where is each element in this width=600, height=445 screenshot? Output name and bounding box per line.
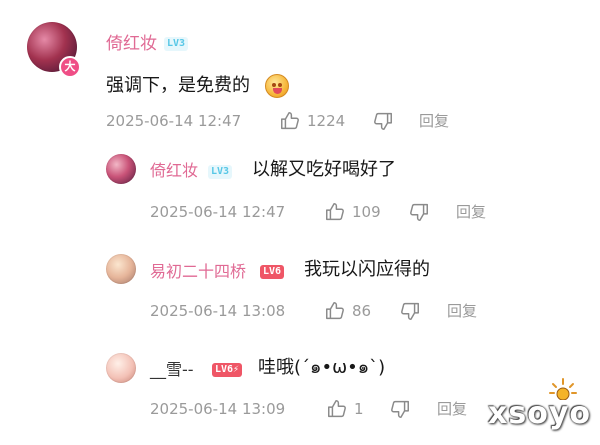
like-count: 1224: [307, 112, 346, 130]
reply-timestamp: 2025-06-14 12:47: [150, 203, 286, 221]
avatar[interactable]: [106, 154, 136, 184]
thumbs-down-icon[interactable]: [399, 300, 421, 322]
like-count: 109: [352, 203, 381, 221]
reply-button[interactable]: 回复: [447, 302, 477, 320]
reply-button[interactable]: 回复: [419, 112, 449, 130]
reply-author[interactable]: __雪--: [150, 360, 194, 380]
level-badge: LV6: [260, 265, 285, 279]
reply-timestamp: 2025-06-14 13:09: [150, 400, 286, 418]
reply-text: 哇哦(´๑•ω•๑`): [258, 357, 386, 378]
avatar[interactable]: [106, 254, 136, 284]
avatar[interactable]: [106, 353, 136, 383]
reply-author[interactable]: 倚红妆: [150, 161, 198, 181]
reply-text: 我玩以闪应得的: [304, 259, 430, 280]
watermark-logo: xsoyo: [488, 396, 591, 431]
level-badge: LV3: [208, 165, 233, 179]
thumbs-down-icon[interactable]: [408, 201, 430, 223]
reply-button[interactable]: 回复: [456, 203, 486, 221]
level-badge: LV6⚡: [212, 363, 243, 377]
host-badge: 大: [59, 56, 81, 78]
thumbs-down-icon[interactable]: [372, 110, 394, 132]
comment-author[interactable]: 倚红妆: [106, 34, 157, 54]
like-count: 86: [352, 302, 372, 320]
level-badge: LV3: [164, 37, 189, 51]
thumbs-up-icon[interactable]: [326, 398, 348, 420]
thumbs-up-icon[interactable]: [324, 300, 346, 322]
reply-text: 以解又吃好喝好了: [252, 159, 396, 180]
thumbs-up-icon[interactable]: [324, 201, 346, 223]
comment-timestamp: 2025-06-14 12:47: [106, 112, 242, 130]
reply-button[interactable]: 回复: [437, 400, 467, 418]
thumbs-up-icon[interactable]: [279, 110, 301, 132]
reply-author[interactable]: 易初二十四桥: [150, 262, 246, 282]
reply-timestamp: 2025-06-14 13:08: [150, 302, 286, 320]
comment-text: 强调下，是免费的: [106, 75, 250, 96]
thumbs-down-icon[interactable]: [389, 398, 411, 420]
like-count: 1: [354, 400, 364, 418]
grinning-face-emoji: [265, 74, 289, 98]
